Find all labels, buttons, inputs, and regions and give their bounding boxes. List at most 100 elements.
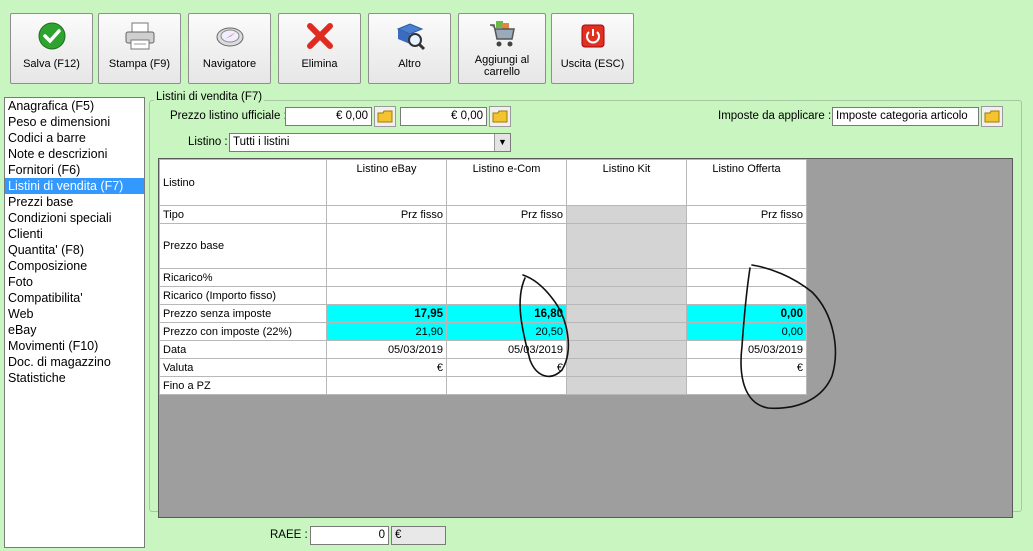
sidebar-item-web[interactable]: Web (5, 306, 144, 322)
table-cell (566, 286, 687, 305)
table-cell[interactable]: Prz fisso (686, 205, 807, 224)
table-cell[interactable]: 0,00 (686, 322, 807, 341)
sidebar-item-peso-dimensioni[interactable]: Peso e dimensioni (5, 114, 144, 130)
power-icon (580, 14, 606, 58)
table-cell (566, 376, 687, 395)
table-cell[interactable] (686, 268, 807, 287)
row-header: Prezzo senza imposte (159, 304, 327, 323)
table-cell[interactable]: 20,50 (446, 322, 567, 341)
compass-icon (215, 14, 245, 58)
table-cell (566, 268, 687, 287)
row-header: Ricarico (Importo fisso) (159, 286, 327, 305)
table-cell[interactable]: Prz fisso (326, 205, 447, 224)
table-row: Ricarico (Importo fisso) (159, 286, 807, 305)
exit-button[interactable]: Uscita (ESC) (551, 13, 634, 84)
sidebar-item-note-descrizioni[interactable]: Note e descrizioni (5, 146, 144, 162)
row-header: Prezzo con imposte (22%) (159, 322, 327, 341)
table-cell[interactable] (446, 376, 567, 395)
table-cell[interactable]: 05/03/2019 (446, 340, 567, 359)
sidebar-item-foto[interactable]: Foto (5, 274, 144, 290)
table-row: Prezzo base (159, 223, 807, 269)
table-cell (566, 358, 687, 377)
add-to-cart-button[interactable]: Aggiungi al carrello (458, 13, 546, 84)
taxes-folder-button[interactable] (981, 106, 1003, 127)
save-button-label: Salva (F12) (23, 58, 80, 70)
table-cell[interactable] (446, 223, 567, 269)
table-cell[interactable] (326, 376, 447, 395)
save-button[interactable]: Salva (F12) (10, 13, 93, 84)
table-cell[interactable] (446, 286, 567, 305)
sidebar-item-listini-vendita[interactable]: Listini di vendita (F7) (5, 178, 144, 194)
column-header-ecom[interactable]: Listino e-Com (446, 159, 567, 206)
table-row: Data 05/03/2019 05/03/2019 05/03/2019 (159, 340, 807, 359)
sidebar-item-composizione[interactable]: Composizione (5, 258, 144, 274)
search-book-icon (394, 14, 426, 58)
row-header: Tipo (159, 205, 327, 224)
sidebar-item-fornitori[interactable]: Fornitori (F6) (5, 162, 144, 178)
table-cell[interactable]: € (686, 358, 807, 377)
table-cell[interactable]: 16,80 (446, 304, 567, 323)
table-cell[interactable] (326, 268, 447, 287)
row-header: Valuta (159, 358, 327, 377)
table-cell[interactable]: 21,90 (326, 322, 447, 341)
table-cell (566, 304, 687, 323)
table-cell[interactable] (326, 223, 447, 269)
table-row: Ricarico% (159, 268, 807, 287)
table-cell[interactable] (686, 286, 807, 305)
sidebar-item-clienti[interactable]: Clienti (5, 226, 144, 242)
table-cell (566, 205, 687, 224)
table-cell[interactable]: Prz fisso (446, 205, 567, 224)
table-cell[interactable] (446, 268, 567, 287)
sidebar-item-compatibilita[interactable]: Compatibilita' (5, 290, 144, 306)
chevron-down-icon[interactable]: ▼ (494, 134, 510, 151)
official-price-folder-button[interactable] (374, 106, 396, 127)
sidebar-item-prezzi-base[interactable]: Prezzi base (5, 194, 144, 210)
row-header: Data (159, 340, 327, 359)
table-cell[interactable] (326, 286, 447, 305)
table-cell[interactable]: 05/03/2019 (326, 340, 447, 359)
table-cell[interactable]: 17,95 (326, 304, 447, 323)
raee-field[interactable]: 0 (310, 526, 389, 545)
column-header-kit[interactable]: Listino Kit (566, 159, 687, 206)
sidebar-item-ebay[interactable]: eBay (5, 322, 144, 338)
column-header-ebay[interactable]: Listino eBay (326, 159, 447, 206)
table-cell[interactable] (686, 223, 807, 269)
sidebar-item-anagrafica[interactable]: Anagrafica (F5) (5, 98, 144, 114)
sidebar-item-quantita[interactable]: Quantita' (F8) (5, 242, 144, 258)
navigator-button[interactable]: Navigatore (188, 13, 271, 84)
printer-icon (123, 14, 157, 58)
sidebar-item-doc-magazzino[interactable]: Doc. di magazzino (5, 354, 144, 370)
table-row: Prezzo con imposte (22%) 21,90 20,50 0,0… (159, 322, 807, 341)
row-header: Fino a PZ (159, 376, 327, 395)
print-button[interactable]: Stampa (F9) (98, 13, 181, 84)
table-cell[interactable]: 0,00 (686, 304, 807, 323)
table-cell[interactable] (686, 376, 807, 395)
taxes-field[interactable]: Imposte categoria articolo (832, 107, 979, 126)
sidebar-item-statistiche[interactable]: Statistiche (5, 370, 144, 386)
column-header-offerta[interactable]: Listino Offerta (686, 159, 807, 206)
delete-button[interactable]: Elimina (278, 13, 361, 84)
table-cell[interactable]: € (326, 358, 447, 377)
table-row: Prezzo senza imposte 17,95 16,80 0,00 (159, 304, 807, 323)
raee-currency-field: € (391, 526, 446, 545)
taxes-label: Imposte da applicare : (718, 110, 832, 122)
header-corner: Listino (159, 159, 327, 206)
check-icon (37, 14, 67, 58)
pricelist-label: Listino : (188, 136, 228, 148)
table-row: Valuta € € € (159, 358, 807, 377)
official-price-field-2[interactable]: € 0,00 (400, 107, 487, 126)
sidebar-item-codici-barre[interactable]: Codici a barre (5, 130, 144, 146)
raee-label: RAEE : (270, 529, 308, 541)
table-cell[interactable]: € (446, 358, 567, 377)
table-cell[interactable]: 05/03/2019 (686, 340, 807, 359)
more-button[interactable]: Altro (368, 13, 451, 84)
table-cell (566, 340, 687, 359)
official-price-field[interactable]: € 0,00 (285, 107, 372, 126)
pricelist-select[interactable]: Tutti i listini ▼ (229, 133, 511, 152)
sidebar-item-condizioni-speciali[interactable]: Condizioni speciali (5, 210, 144, 226)
cart-icon (487, 14, 517, 54)
navigator-button-label: Navigatore (202, 58, 257, 70)
official-price-folder-button-2[interactable] (489, 106, 511, 127)
pricelist-select-value: Tutti i listini (233, 136, 290, 148)
sidebar-item-movimenti[interactable]: Movimenti (F10) (5, 338, 144, 354)
